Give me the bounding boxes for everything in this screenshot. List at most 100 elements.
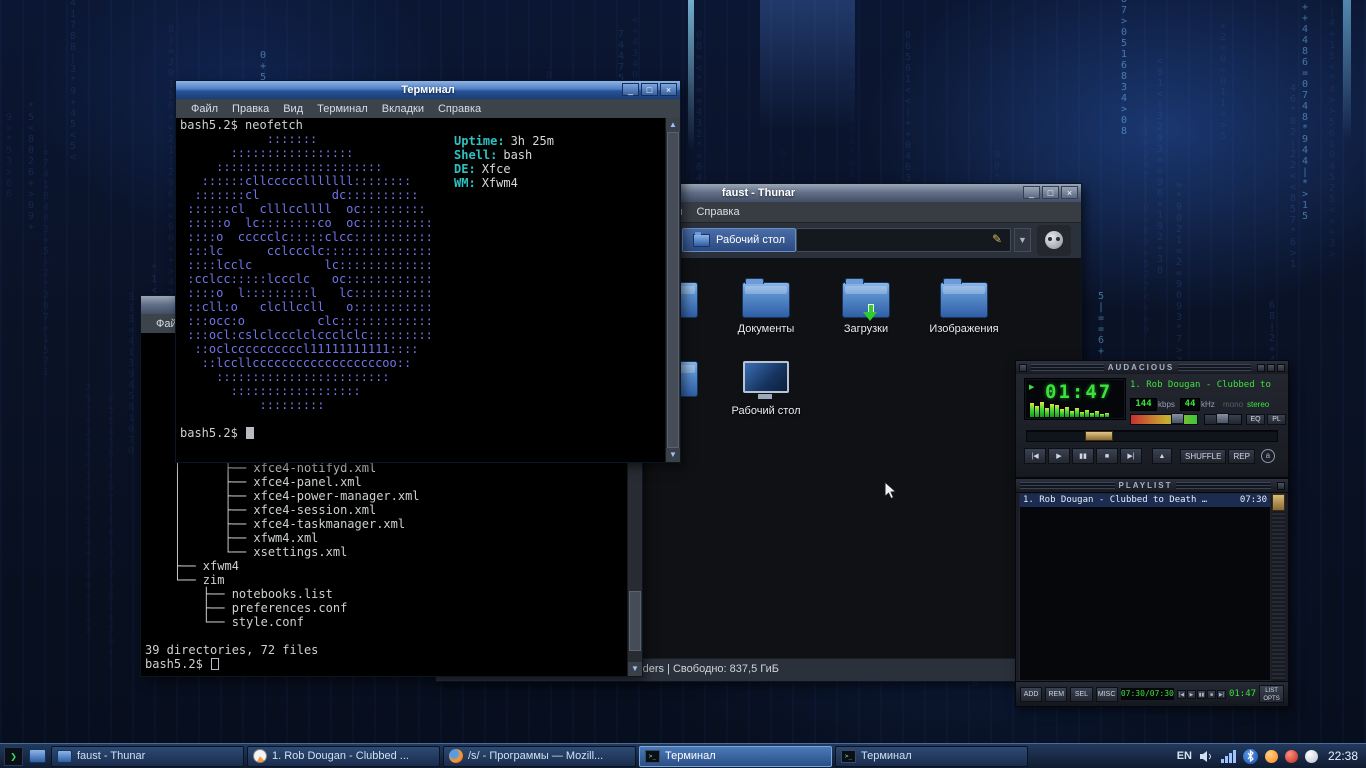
scrollbar-thumb[interactable] xyxy=(1272,494,1285,511)
samplerate-display: 44 xyxy=(1180,398,1200,411)
clock[interactable]: 22:38 xyxy=(1328,749,1358,763)
folder-icon xyxy=(842,278,890,321)
repeat-toggle[interactable]: REP xyxy=(1228,448,1255,464)
volume-thumb[interactable] xyxy=(1171,413,1184,424)
neofetch-info: Uptime: 3h 25m Shell: bash DE: Xfce WM: Xfwm… xyxy=(454,134,554,190)
stop-button[interactable]: ■ xyxy=(1206,689,1216,699)
scroll-down-icon[interactable]: ▼ xyxy=(628,662,642,676)
menu-view[interactable]: Вид xyxy=(276,103,310,115)
folder-label: Рабочий стол xyxy=(731,405,801,417)
minimize-button[interactable]: _ xyxy=(622,83,639,96)
scroll-down-icon[interactable]: ▼ xyxy=(666,448,680,462)
folder-item-documents[interactable]: Документы xyxy=(724,278,808,335)
shell-prompt: bash5.2$ xyxy=(176,426,680,440)
tree-output: │ ├── xfce4-notifyd.xml │ ├── xfce4-pane… xyxy=(173,461,420,629)
close-button[interactable] xyxy=(1277,363,1286,372)
playlist-list[interactable]: 1. Rob Dougan - Clubbed to Death … 07:30 xyxy=(1019,493,1271,681)
about-button[interactable]: a xyxy=(1260,449,1275,463)
close-button[interactable]: × xyxy=(660,83,677,96)
play-button[interactable]: ▶ xyxy=(1186,689,1196,699)
tree-summary: 39 directories, 72 files xyxy=(145,643,319,657)
menu-tabs[interactable]: Вкладки xyxy=(375,103,431,115)
taskbar-button-firefox[interactable]: /s/ - Программы — Mozill... xyxy=(443,745,636,767)
seek-bar[interactable] xyxy=(1026,430,1278,442)
visualizer-panel[interactable]: ▶ 01:47 xyxy=(1024,378,1126,420)
remove-button[interactable]: REM xyxy=(1045,686,1068,702)
folder-item-downloads[interactable]: Загрузки xyxy=(824,278,908,335)
balance-thumb[interactable] xyxy=(1216,413,1229,424)
shuffle-toggle[interactable]: SHUFFLE xyxy=(1180,448,1227,464)
tray-icon-red[interactable] xyxy=(1284,749,1298,763)
seek-thumb[interactable] xyxy=(1085,431,1113,441)
taskbar: ❯ faust - Thunar 1. Rob Dougan - Clubbed… xyxy=(0,743,1366,768)
folder-item-pictures[interactable]: Изображения xyxy=(922,278,1006,335)
misc-button[interactable]: MISC xyxy=(1095,686,1118,702)
menu-file[interactable]: Файл xyxy=(184,103,225,115)
pathbar-desktop-button[interactable]: Рабочий стол xyxy=(682,228,797,252)
minimize-button[interactable]: _ xyxy=(1023,186,1040,199)
stereo-indicator: stereo xyxy=(1247,400,1270,409)
app-launcher-icon[interactable]: ❯ xyxy=(3,746,24,767)
track-title: 1. Rob Dougan - Clubbed to Death … xyxy=(1023,495,1208,505)
network-signal-icon[interactable] xyxy=(1220,749,1236,763)
next-button[interactable]: ▶| xyxy=(1216,689,1226,699)
maximize-button[interactable]: □ xyxy=(641,83,658,96)
menu-edit[interactable]: Правка xyxy=(225,103,276,115)
edit-pencil-icon: ✎ xyxy=(992,232,1003,246)
list-options-button[interactable]: LIST OPTS xyxy=(1259,685,1284,703)
transport-controls: |◀ ▶ ▮▮ ■ ▶| ▲ SHUFFLE REP a xyxy=(1024,448,1275,464)
equalizer-toggle-button[interactable]: EQ xyxy=(1246,414,1265,425)
titlebar[interactable]: AUDACIOUS xyxy=(1016,361,1288,375)
tray-icon-orange[interactable] xyxy=(1264,749,1278,763)
pathbar-label: Рабочий стол xyxy=(716,234,786,246)
shade-button[interactable] xyxy=(1267,363,1276,372)
scroll-up-icon[interactable]: ▲ xyxy=(666,118,680,132)
menu-help[interactable]: Справка xyxy=(431,103,488,115)
eject-button[interactable]: ▲ xyxy=(1152,448,1172,464)
maximize-button[interactable]: □ xyxy=(1042,186,1059,199)
scrollbar[interactable]: ▲ ▼ xyxy=(665,118,680,462)
volume-icon[interactable] xyxy=(1199,750,1214,763)
titlebar[interactable]: PLAYLIST xyxy=(1016,479,1288,493)
titlebar[interactable]: Терминал _ □ × xyxy=(176,81,680,99)
select-button[interactable]: SEL xyxy=(1070,686,1093,702)
taskbar-button-thunar[interactable]: faust - Thunar xyxy=(51,745,244,767)
terminal-content[interactable]: bash5.2$ neofetch ::::::: ::::::::::::::… xyxy=(176,118,680,462)
next-button[interactable]: ▶| xyxy=(1120,448,1142,464)
add-button[interactable]: ADD xyxy=(1020,686,1043,702)
taskbar-button-terminal-active[interactable]: >_ Терминал xyxy=(639,745,832,767)
bluetooth-icon[interactable] xyxy=(1242,748,1258,764)
minimize-button[interactable] xyxy=(1257,363,1266,372)
file-manager-launcher-icon[interactable] xyxy=(27,746,48,767)
playlist-entry[interactable]: 1. Rob Dougan - Clubbed to Death … 07:30 xyxy=(1020,494,1270,507)
app-icon xyxy=(1019,363,1027,372)
desktop-icon xyxy=(743,361,789,399)
volume-slider[interactable] xyxy=(1130,413,1198,425)
keyboard-layout-indicator[interactable]: EN xyxy=(1177,750,1192,762)
location-dropdown-button[interactable]: ▼ xyxy=(1014,228,1031,252)
balance-slider[interactable] xyxy=(1204,413,1242,425)
prompt-line: bash5.2$ neofetch xyxy=(180,118,303,132)
menu-terminal[interactable]: Терминал xyxy=(310,103,375,115)
previous-button[interactable]: |◀ xyxy=(1176,689,1186,699)
kbps-label: kbps xyxy=(1158,400,1175,409)
location-input[interactable] xyxy=(796,228,1011,252)
scrollbar-thumb[interactable] xyxy=(629,591,641,651)
pause-button[interactable]: ▮▮ xyxy=(1072,448,1094,464)
shell-prompt: bash5.2$ xyxy=(141,657,642,671)
menubar: Файл Правка Вид Терминал Вкладки Справка xyxy=(176,99,680,119)
close-button[interactable] xyxy=(1277,481,1285,490)
taskbar-button-audacious[interactable]: 1. Rob Dougan - Clubbed ... xyxy=(247,745,440,767)
playlist-scrollbar[interactable] xyxy=(1272,493,1285,681)
close-button[interactable]: × xyxy=(1061,186,1078,199)
playlist-toggle-button[interactable]: PL xyxy=(1267,414,1286,425)
previous-button[interactable]: |◀ xyxy=(1024,448,1046,464)
menu-help[interactable]: Справка xyxy=(689,206,746,218)
tray-icon-white[interactable] xyxy=(1304,749,1318,763)
play-button[interactable]: ▶ xyxy=(1048,448,1070,464)
scrollbar-thumb[interactable] xyxy=(667,132,679,448)
folder-item-desktop[interactable]: Рабочий стол xyxy=(724,361,808,417)
pause-button[interactable]: ▮▮ xyxy=(1196,689,1206,699)
taskbar-button-terminal[interactable]: >_ Терминал xyxy=(835,745,1028,767)
stop-button[interactable]: ■ xyxy=(1096,448,1118,464)
